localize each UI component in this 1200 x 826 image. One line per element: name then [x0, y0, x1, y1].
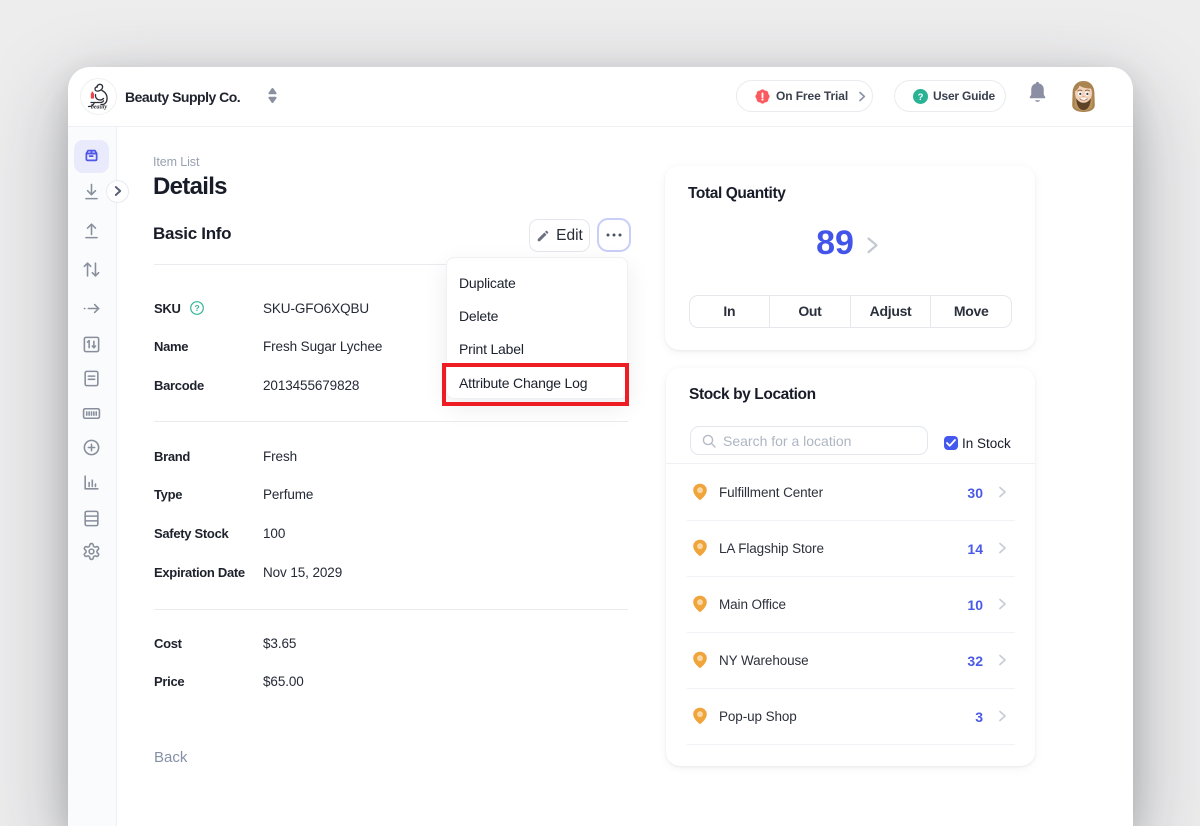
svg-text:?: ? — [194, 303, 199, 313]
svg-text:?: ? — [918, 92, 924, 103]
svg-text:beauty: beauty — [91, 105, 108, 111]
